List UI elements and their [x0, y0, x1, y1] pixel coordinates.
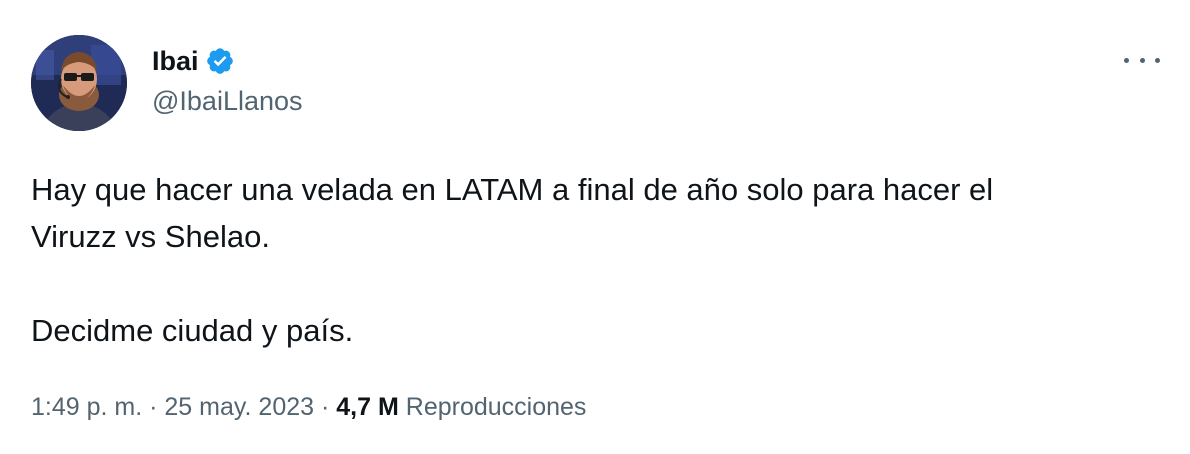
- tweet-time[interactable]: 1:49 p. m.: [31, 393, 142, 421]
- tweet-card: Ibai @IbaiLlanos Hay que hacer una velad…: [0, 0, 1190, 454]
- author-handle[interactable]: @IbaiLlanos: [152, 84, 303, 118]
- tweet-text: Hay que hacer una velada en LATAM a fina…: [31, 166, 1151, 354]
- meta-separator: ·: [149, 393, 158, 421]
- views-count[interactable]: 4,7 M: [336, 393, 399, 421]
- author-name-row: Ibai: [152, 44, 235, 78]
- more-dot-icon: [1139, 57, 1145, 63]
- more-dot-icon: [1124, 57, 1129, 63]
- avatar-image: [31, 35, 127, 131]
- meta-separator: ·: [321, 393, 330, 421]
- tweet-text-line: Decidme ciudad y país.: [31, 313, 354, 348]
- verified-badge-icon: [205, 46, 235, 76]
- tweet-text-line: Viruzz vs Shelao.: [31, 219, 270, 254]
- more-options-button[interactable]: [1124, 48, 1160, 72]
- tweet-date[interactable]: 25 may. 2023: [164, 393, 314, 421]
- avatar[interactable]: [31, 35, 127, 131]
- views-label[interactable]: Reproducciones: [406, 393, 587, 421]
- tweet-meta: 1:49 p. m. · 25 may. 2023 · 4,7 M Reprod…: [31, 388, 586, 426]
- author-display-name[interactable]: Ibai: [152, 44, 199, 78]
- more-dot-icon: [1155, 57, 1160, 63]
- tweet-text-line: Hay que hacer una velada en LATAM a fina…: [31, 172, 994, 207]
